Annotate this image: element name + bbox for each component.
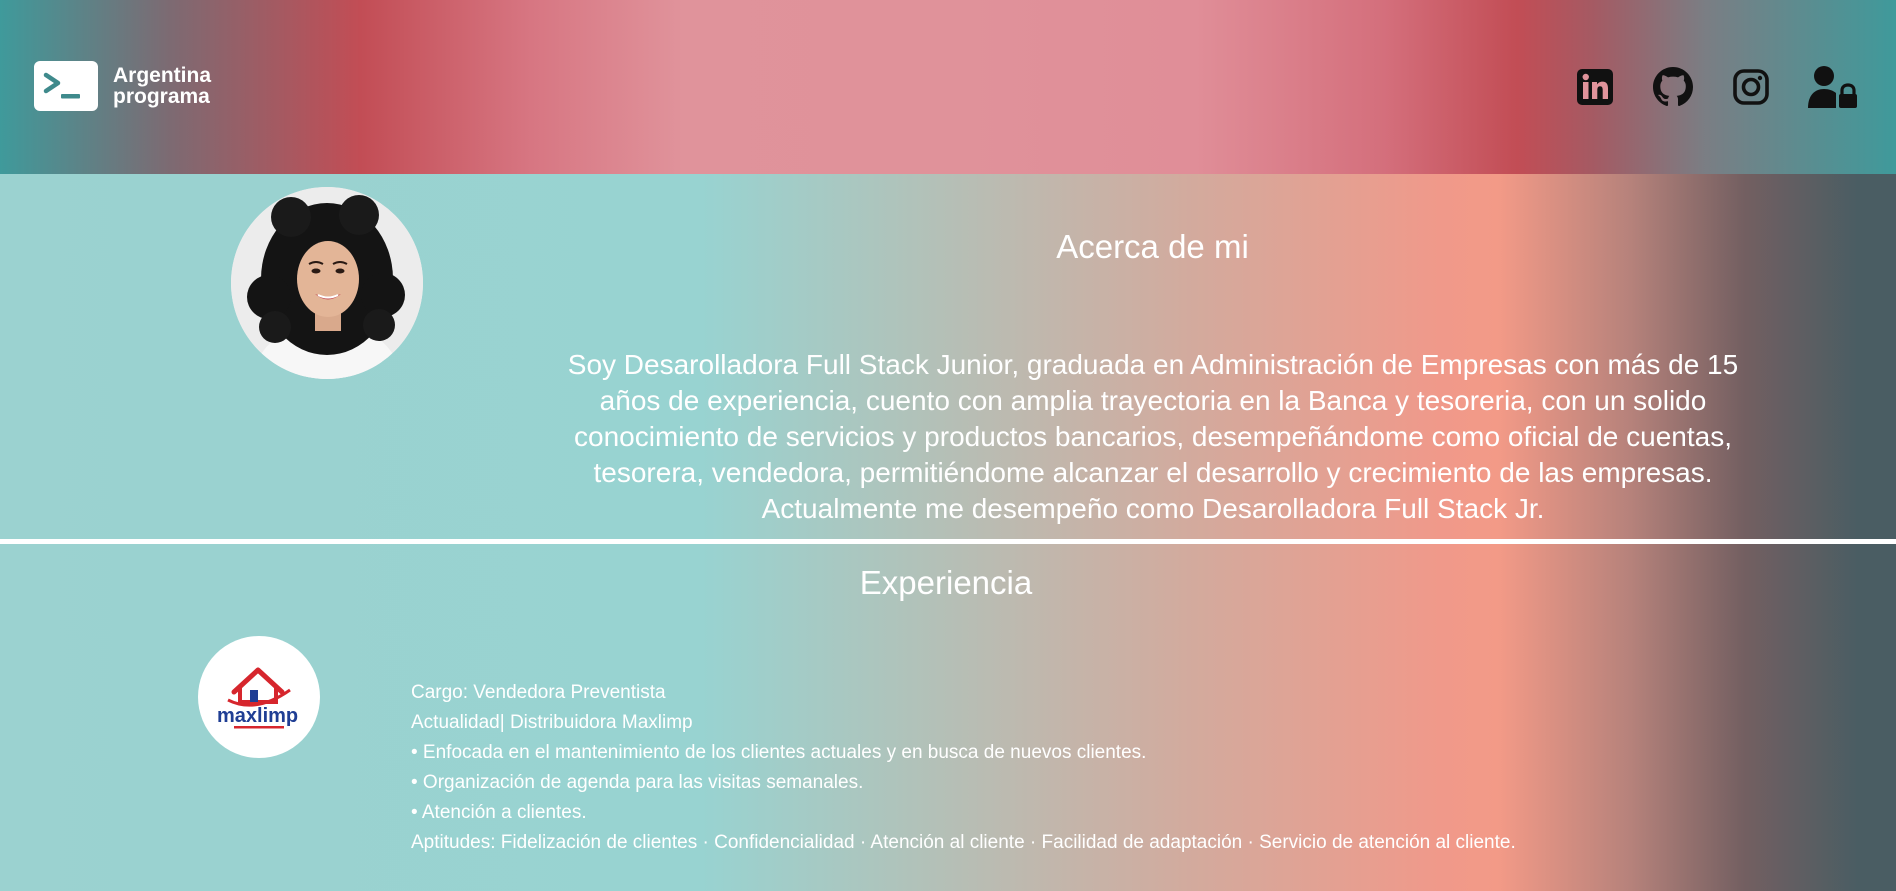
experience-details: Cargo: Vendedora Preventista Actualidad|… xyxy=(411,678,1516,858)
argentina-programa-logo[interactable]: Argentina programa xyxy=(34,61,211,111)
experience-bullet: • Enfocada en el mantenimiento de los cl… xyxy=(411,742,1147,763)
experience-bullet: • Organización de agenda para las visita… xyxy=(411,772,864,793)
about-title: Acerca de mi xyxy=(1056,228,1249,265)
linkedin-icon[interactable] xyxy=(1574,66,1616,108)
maxlimp-logo: maxlimp xyxy=(198,636,320,758)
github-icon[interactable] xyxy=(1652,66,1694,108)
maxlimp-logo-text: maxlimp xyxy=(217,705,298,727)
terminal-icon xyxy=(34,61,98,111)
experience-aptitudes: Aptitudes: Fidelización de clientes · Co… xyxy=(411,832,1516,853)
logo-text-line1: Argentina xyxy=(113,64,212,87)
logo-text: Argentina programa xyxy=(113,65,211,107)
about-description: Soy Desarolladora Full Stack Junior, gra… xyxy=(567,349,1739,524)
profile-avatar xyxy=(231,187,423,379)
logo-text-line2: programa xyxy=(113,85,210,108)
user-lock-icon[interactable] xyxy=(1806,66,1860,108)
experience-cargo: Cargo: Vendedora Preventista xyxy=(411,682,666,703)
experience-periodo: Actualidad| Distribuidora Maxlimp xyxy=(411,712,693,733)
experience-title: Experiencia xyxy=(859,564,1033,601)
instagram-icon[interactable] xyxy=(1730,66,1772,108)
experience-bullet: • Atención a clientes. xyxy=(411,802,587,823)
about-section: Acerca de mi Soy Desarolladora Full Stac… xyxy=(0,174,1896,539)
experience-section: Experiencia maxlimp Cargo: Vendedora Pre… xyxy=(0,544,1896,891)
header-bar: Argentina programa xyxy=(0,0,1896,174)
